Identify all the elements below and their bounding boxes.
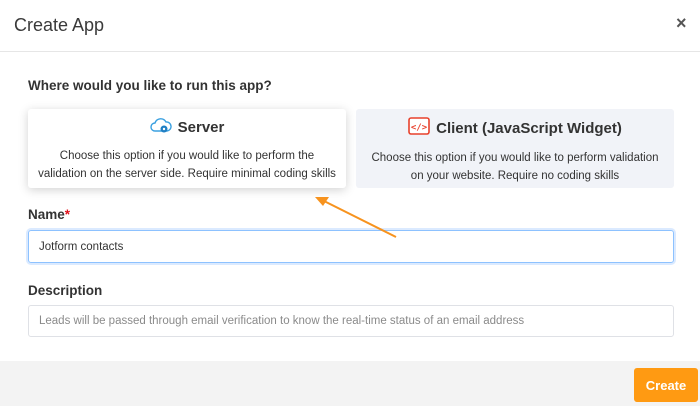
description-input[interactable]: Leads will be passed through email verif… (28, 305, 674, 337)
option-title: Client (JavaScript Widget) (436, 119, 622, 137)
dialog-footer (0, 361, 700, 406)
cloud-gear-icon (149, 117, 172, 137)
option-client-card[interactable]: </> Client (JavaScript Widget) Choose th… (356, 109, 674, 188)
dialog-title: Create App (14, 15, 105, 35)
name-label-text: Name (28, 207, 65, 222)
option-description: Choose this option if you would like to … (38, 150, 336, 180)
option-server-card[interactable]: Server Choose this option if you would l… (28, 109, 346, 188)
dialog-header: Create App × (0, 0, 700, 52)
create-button[interactable]: Create (634, 368, 698, 402)
name-input[interactable]: Jotform contacts (28, 230, 674, 263)
close-icon[interactable]: × (676, 13, 687, 34)
option-title: Server (177, 118, 225, 136)
required-mark: * (64, 207, 71, 222)
name-label: Name* (28, 207, 70, 222)
run-location-question: Where would you like to run this app? (28, 78, 272, 93)
annotation-arrow-icon (315, 197, 397, 238)
code-icon: </> (408, 117, 430, 139)
svg-text:</>: </> (411, 123, 428, 133)
option-description: Choose this option if you would like to … (371, 152, 659, 182)
description-label: Description (28, 283, 103, 298)
